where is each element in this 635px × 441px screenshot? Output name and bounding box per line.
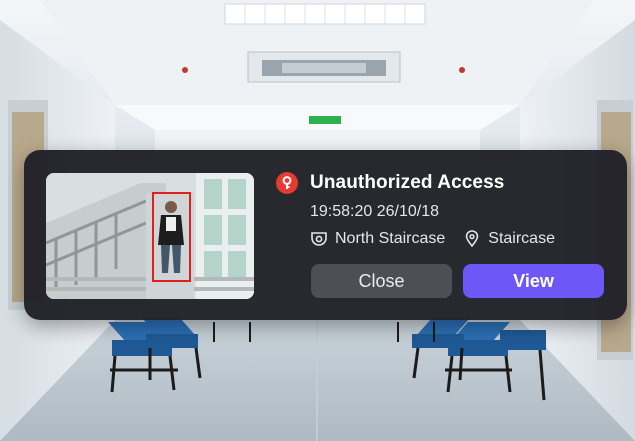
alert-header: Unauthorized Access <box>276 172 504 194</box>
alert-notification-card: Unauthorized Access 19:58:20 26/10/18 No… <box>24 150 627 320</box>
location-name: Staircase <box>488 230 555 247</box>
alert-title: Unauthorized Access <box>310 172 505 193</box>
camera-name: North Staircase <box>335 230 446 247</box>
camera-snapshot[interactable] <box>46 173 254 299</box>
key-alert-icon <box>276 172 298 194</box>
camera-icon <box>310 230 328 248</box>
view-button[interactable]: View <box>463 264 604 298</box>
location-pin-icon <box>463 230 481 248</box>
close-button[interactable]: Close <box>311 264 452 298</box>
alert-location-row: North Staircase Staircase <box>310 230 555 248</box>
alert-timestamp: 19:58:20 26/10/18 <box>310 203 440 220</box>
